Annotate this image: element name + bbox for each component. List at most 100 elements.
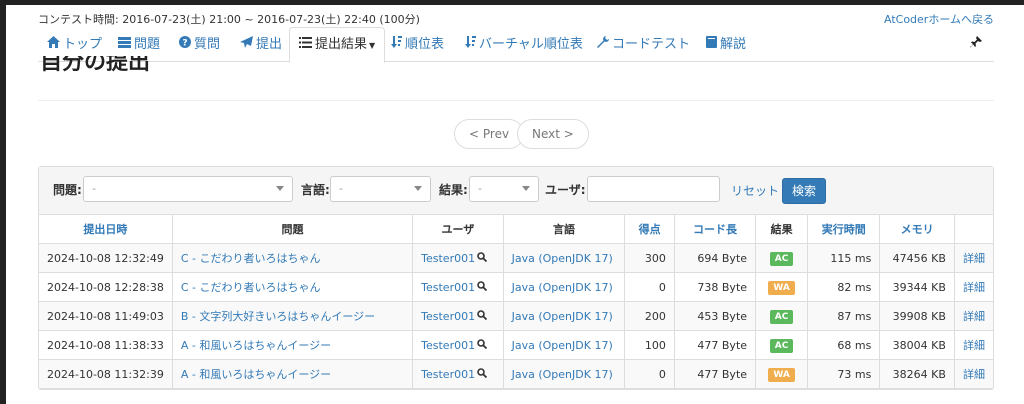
sort-icon <box>465 27 476 62</box>
submit-time-cell: 2024-10-08 11:32:39 <box>39 359 173 389</box>
language-link[interactable]: Java (OpenJDK 17) <box>502 272 626 302</box>
nav-standings[interactable]: 順位表 <box>382 27 453 62</box>
problem-link[interactable]: C - こだわり者いろはちゃん <box>171 272 414 302</box>
language-link[interactable]: Java (OpenJDK 17) <box>502 243 626 273</box>
user-cell: Tester001 <box>412 359 504 389</box>
nav-code-test[interactable]: コードテスト <box>588 27 699 62</box>
result-filter-label: 結果: <box>439 183 468 197</box>
code-length-cell: 694 Byte <box>673 243 757 273</box>
submissions-panel: 問題: - 言語: - 結果: - ユーザ: リセット 検索 提出日時 問題 ユ… <box>38 166 994 390</box>
col-score[interactable]: 得点 <box>624 214 675 244</box>
table-row: 2024-10-08 11:49:03 B - 文字列大好きいろはちゃんイージー T… <box>39 301 993 331</box>
detail-link[interactable]: 詳細 <box>953 272 993 302</box>
score-cell: 0 <box>624 359 675 389</box>
book-icon <box>706 27 717 62</box>
search-button[interactable]: 検索 <box>782 178 827 204</box>
user-filter-input[interactable] <box>587 176 720 202</box>
status-badge: WA <box>768 367 795 382</box>
language-filter-select[interactable]: - <box>330 176 431 202</box>
language-link[interactable]: Java (OpenJDK 17) <box>502 301 626 331</box>
score-cell: 100 <box>624 330 675 360</box>
user-link[interactable]: Tester001 <box>421 310 475 323</box>
problem-link[interactable]: A - 和風いろはちゃんイージー <box>171 359 414 389</box>
col-memory[interactable]: メモリ <box>879 214 955 244</box>
nav-results[interactable]: 提出結果 ▼ <box>289 27 386 63</box>
detail-link[interactable]: 詳細 <box>953 243 993 273</box>
col-detail <box>953 214 993 244</box>
col-code-length[interactable]: コード長 <box>673 214 757 244</box>
language-link[interactable]: Java (OpenJDK 17) <box>502 330 626 360</box>
prev-page-button[interactable]: < Prev <box>454 119 525 149</box>
table-header-row: 提出日時 問題 ユーザ 言語 得点 コード長 結果 実行時間 メモリ <box>39 214 993 244</box>
search-icon[interactable] <box>477 338 488 352</box>
exec-time-cell: 115 ms <box>807 243 881 273</box>
status-badge: AC <box>769 338 794 353</box>
chevron-down-icon <box>276 186 284 191</box>
language-filter-value: - <box>339 182 343 195</box>
code-length-cell: 453 Byte <box>673 301 757 331</box>
code-length-cell: 477 Byte <box>673 359 757 389</box>
problem-link[interactable]: A - 和風いろはちゃんイージー <box>171 330 414 360</box>
col-result: 結果 <box>755 214 809 244</box>
language-filter-label: 言語: <box>301 183 330 197</box>
score-cell: 200 <box>624 301 675 331</box>
submit-time-cell: 2024-10-08 12:28:38 <box>39 272 173 302</box>
user-cell: Tester001 <box>412 272 504 302</box>
problem-link[interactable]: C - こだわり者いろはちゃん <box>171 243 414 273</box>
user-cell: Tester001 <box>412 330 504 360</box>
submit-time-cell: 2024-10-08 12:32:49 <box>39 243 173 273</box>
reset-link[interactable]: リセット <box>731 182 779 199</box>
filter-bar: 問題: - 言語: - 結果: - ユーザ: リセット 検索 <box>39 167 993 215</box>
submit-time-cell: 2024-10-08 11:49:03 <box>39 301 173 331</box>
result-cell: WA <box>755 359 809 389</box>
result-cell: AC <box>755 330 809 360</box>
nav-submit[interactable]: 提出 <box>231 27 291 62</box>
user-link[interactable]: Tester001 <box>421 252 475 265</box>
user-link[interactable]: Tester001 <box>421 368 475 381</box>
caret-down-icon: ▼ <box>369 41 376 50</box>
language-link[interactable]: Java (OpenJDK 17) <box>502 359 626 389</box>
problem-link[interactable]: B - 文字列大好きいろはちゃんイージー <box>171 301 414 331</box>
col-exec-time[interactable]: 実行時間 <box>807 214 881 244</box>
col-submit-time[interactable]: 提出日時 <box>39 214 173 244</box>
detail-link[interactable]: 詳細 <box>953 301 993 331</box>
next-page-button[interactable]: Next > <box>517 119 589 149</box>
detail-link[interactable]: 詳細 <box>953 330 993 360</box>
svg-text:?: ? <box>182 39 187 49</box>
memory-cell: 38264 KB <box>879 359 955 389</box>
status-badge: WA <box>768 280 795 295</box>
contest-time: コンテスト時間: 2016-07-23(土) 21:00 ~ 2016-07-2… <box>38 13 420 26</box>
memory-cell: 47456 KB <box>879 243 955 273</box>
nav-editorial[interactable]: 解説 <box>697 27 755 62</box>
exec-time-cell: 68 ms <box>807 330 881 360</box>
user-cell: Tester001 <box>412 243 504 273</box>
search-icon[interactable] <box>477 280 488 294</box>
table-row: 2024-10-08 12:32:49 C - こだわり者いろはちゃん Tester… <box>39 243 993 273</box>
problem-filter-select[interactable]: - <box>83 176 293 202</box>
user-link[interactable]: Tester001 <box>421 339 475 352</box>
nav-questions-label: 質問 <box>194 37 221 52</box>
score-cell: 300 <box>624 243 675 273</box>
atcoder-home-link[interactable]: AtCoderホームへ戻る <box>884 11 994 27</box>
table-row: 2024-10-08 11:32:39 A - 和風いろはちゃんイージー Teste… <box>39 359 993 389</box>
search-icon[interactable] <box>477 309 488 323</box>
wrench-icon <box>597 27 609 62</box>
nav-virtual-standings[interactable]: バーチャル順位表 <box>456 27 592 62</box>
search-icon[interactable] <box>477 251 488 265</box>
nav-code-test-label: コードテスト <box>612 37 691 52</box>
detail-link[interactable]: 詳細 <box>953 359 993 389</box>
pin-icon[interactable] <box>970 36 982 52</box>
memory-cell: 39908 KB <box>879 301 955 331</box>
result-cell: WA <box>755 272 809 302</box>
memory-cell: 39344 KB <box>879 272 955 302</box>
title-divider <box>38 100 994 101</box>
nav-submit-label: 提出 <box>256 37 283 52</box>
exec-time-cell: 87 ms <box>807 301 881 331</box>
result-filter-select[interactable]: - <box>469 176 539 202</box>
user-link[interactable]: Tester001 <box>421 281 475 294</box>
window-left-bar <box>0 0 6 404</box>
nav-questions[interactable]: ? 質問 <box>170 27 229 62</box>
result-cell: AC <box>755 301 809 331</box>
submit-time-cell: 2024-10-08 11:38:33 <box>39 330 173 360</box>
search-icon[interactable] <box>477 367 488 381</box>
